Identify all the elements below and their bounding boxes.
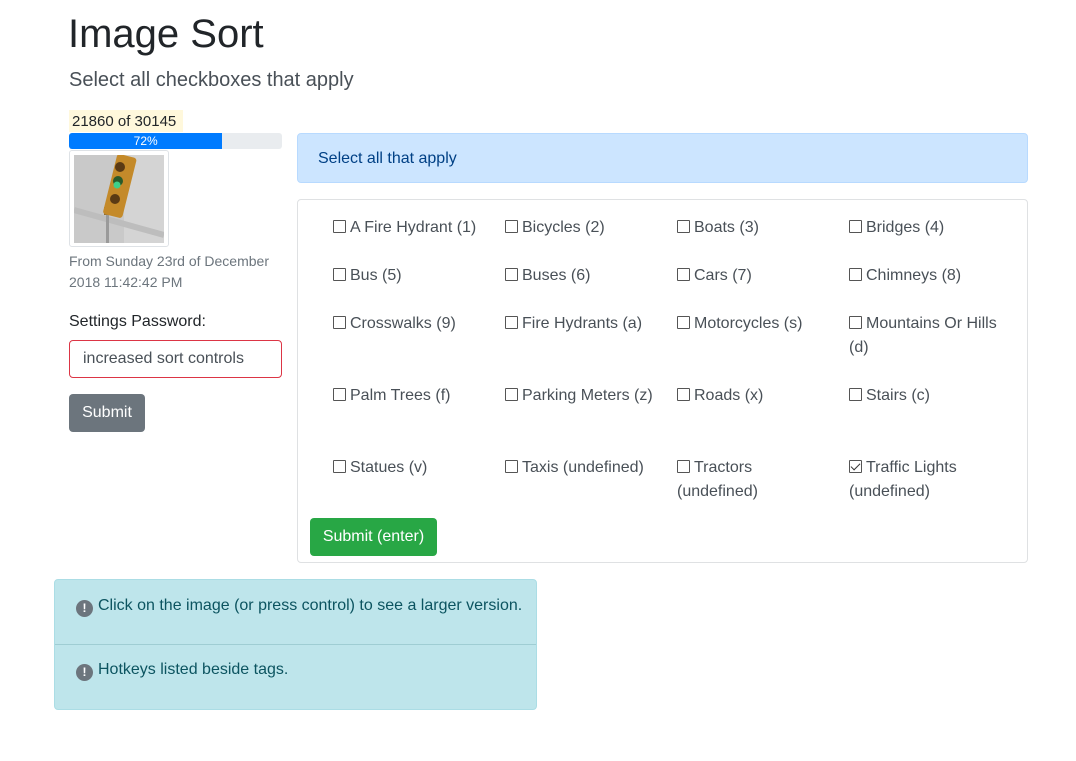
checkbox[interactable] [677,268,690,281]
image-date-caption: From Sunday 23rd of December 2018 11:42:… [69,253,269,290]
exclamation-icon: ! [76,600,93,617]
tag-checkbox-item[interactable]: Palm Trees (f) [333,384,493,408]
submit-tags-button[interactable]: Submit (enter) [310,518,437,556]
progress-counter: 21860 of 30145 [69,110,183,132]
tag-checkbox-item[interactable]: Boats (3) [677,216,837,240]
tag-label: Boats (3) [694,219,759,236]
checkbox[interactable] [505,388,518,401]
tag-label: Stairs (c) [866,387,930,404]
settings-password-input[interactable] [69,340,282,378]
tag-checkbox-item[interactable]: Fire Hydrants (a) [505,312,665,336]
tag-card: Submit (enter) A Fire Hydrant (1) Bicycle… [297,199,1028,563]
tag-label: Chimneys (8) [866,267,962,284]
tag-checkbox-item[interactable]: Bicycles (2) [505,216,665,240]
page-subtitle: Select all checkboxes that apply [69,69,354,91]
checkbox[interactable] [677,316,690,329]
select-all-alert: Select all that apply [297,133,1028,183]
checkbox[interactable] [505,460,518,473]
tag-checkbox-item[interactable]: Mountains Or Hills (d) [849,312,1009,360]
tag-checkbox-item[interactable]: Tractors (undefined) [677,456,837,504]
tag-label: Palm Trees (f) [350,387,451,404]
checkbox-checked[interactable] [849,460,862,473]
tag-label: Motorcycles (s) [694,315,803,332]
tag-label: Crosswalks (9) [350,315,456,332]
tag-label: Bridges (4) [866,219,945,236]
tag-label: Bus (5) [350,267,402,284]
tag-checkbox-item[interactable]: Crosswalks (9) [333,312,493,336]
info-text-image: Click on the image (or press control) to… [98,597,523,614]
tag-checkbox-item[interactable]: Motorcycles (s) [677,312,837,336]
checkbox[interactable] [677,388,690,401]
tag-checkbox-item[interactable]: Taxis (undefined) [505,456,665,480]
image-thumbnail[interactable] [69,150,169,247]
tag-checkbox-item[interactable]: Roads (x) [677,384,837,408]
checkbox[interactable] [677,460,690,473]
progress-bar: 72% [69,133,282,149]
info-row-image-hint: ! Click on the image (or press control) t… [55,580,536,645]
checkbox[interactable] [505,220,518,233]
tag-label: Roads (x) [694,387,764,404]
tag-checkbox-item[interactable]: Parking Meters (z) [505,384,665,408]
checkbox[interactable] [333,220,346,233]
tag-checkbox-item[interactable]: Buses (6) [505,264,665,288]
checkbox[interactable] [333,460,346,473]
tag-label: Bicycles (2) [522,219,605,236]
tag-checkbox-item[interactable]: Chimneys (8) [849,264,1009,288]
tag-label: Fire Hydrants (a) [522,315,643,332]
checkbox[interactable] [505,316,518,329]
tag-checkbox-item[interactable]: Stairs (c) [849,384,1009,408]
checkbox[interactable] [849,316,862,329]
tag-checkbox-item[interactable]: Bridges (4) [849,216,1009,240]
info-box: ! Click on the image (or press control) t… [54,579,537,710]
tag-label: Buses (6) [522,267,591,284]
tag-checkbox-item[interactable]: Cars (7) [677,264,837,288]
tag-label: Taxis (undefined) [522,459,644,476]
tag-label: Traffic Lights (undefined) [849,459,957,500]
page: Image Sort Select all checkboxes that ap… [0,0,1076,761]
checkbox[interactable] [333,388,346,401]
exclamation-icon: ! [76,664,93,681]
settings-submit-button[interactable]: Submit [69,394,145,432]
tag-checkbox-item[interactable]: Statues (v) [333,456,493,480]
checkbox[interactable] [505,268,518,281]
checkbox[interactable] [849,388,862,401]
info-row-hotkeys: ! Hotkeys listed beside tags. [55,645,536,710]
checkbox[interactable] [677,220,690,233]
checkbox[interactable] [849,268,862,281]
checkbox[interactable] [849,220,862,233]
traffic-light-thumbnail [74,155,164,243]
tag-label: A Fire Hydrant (1) [350,219,477,236]
settings-password-label: Settings Password: [69,313,206,330]
checkbox[interactable] [333,316,346,329]
info-text-hotkeys: Hotkeys listed beside tags. [98,661,289,678]
tag-checkbox-item[interactable]: A Fire Hydrant (1) [333,216,493,240]
tag-label: Parking Meters (z) [522,387,653,404]
tag-label: Statues (v) [350,459,428,476]
checkbox[interactable] [333,268,346,281]
tag-checkbox-item[interactable]: Bus (5) [333,264,493,288]
tag-checkbox-item[interactable]: Traffic Lights (undefined) [849,456,1009,504]
tag-label: Cars (7) [694,267,752,284]
progress-fill: 72% [69,133,223,149]
tag-label: Mountains Or Hills (d) [849,315,997,356]
page-title: Image Sort [68,12,264,56]
